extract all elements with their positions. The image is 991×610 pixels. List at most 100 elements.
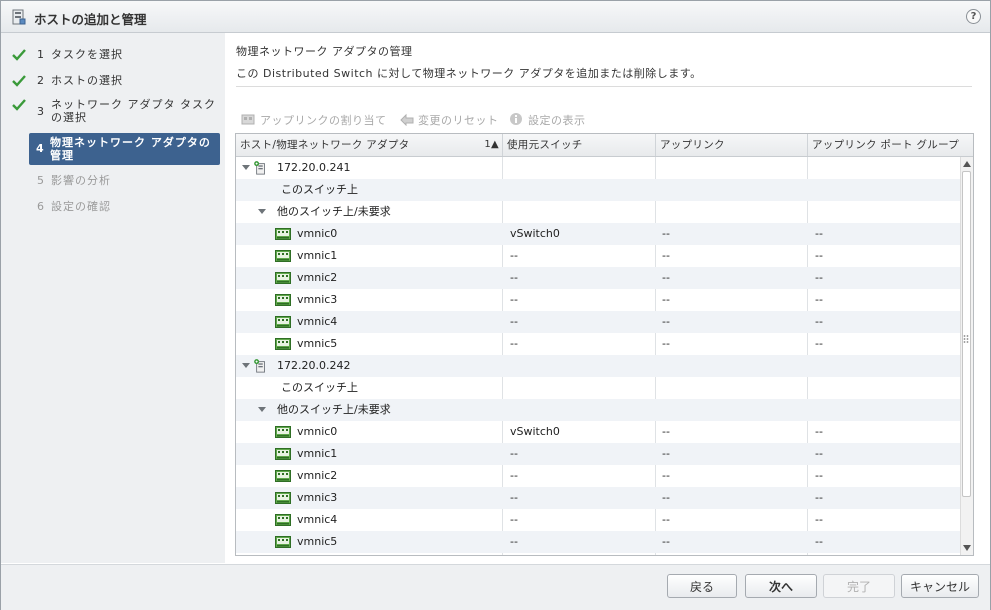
network-adapter-icon <box>275 316 291 331</box>
step-number: 3 <box>37 105 44 118</box>
adapter-row[interactable]: vmnic5 -- -- -- <box>236 531 960 553</box>
cell-uplink: -- <box>662 227 670 240</box>
cell-uplink: -- <box>662 469 670 482</box>
adapter-row[interactable]: vmnic0 vSwitch0 -- -- <box>236 421 960 443</box>
cell-uplink: -- <box>662 337 670 350</box>
info-icon <box>510 113 522 125</box>
grid-rows: 172.20.0.241 このスイッチ上 他のスイッチ上/未要求 vmnic0 vSwi… <box>236 157 960 553</box>
help-icon[interactable]: ? <box>966 9 981 24</box>
adapter-row[interactable]: vmnic2 -- -- -- <box>236 267 960 289</box>
step-manage-physical-adapters[interactable]: 4 物理ネットワーク アダプタの 管理 <box>29 133 220 165</box>
column-uplink-port-group[interactable]: アップリンク ポート グループ <box>808 134 973 156</box>
column-uplink[interactable]: アップリンク <box>656 134 808 156</box>
scroll-up-icon[interactable] <box>963 161 971 167</box>
cell-uplink: -- <box>662 491 670 504</box>
network-adapter-icon <box>275 272 291 287</box>
cell-uplink-port-group: -- <box>815 491 823 504</box>
cell-name: vmnic1 <box>297 249 338 262</box>
network-adapter-icon <box>275 492 291 507</box>
host-row[interactable]: 172.20.0.241 <box>236 157 960 179</box>
check-icon <box>12 75 26 87</box>
step-number: 2 <box>37 74 44 87</box>
adapter-row[interactable]: vmnic1 -- -- -- <box>236 443 960 465</box>
column-source-switch[interactable]: 使用元スイッチ <box>503 134 656 156</box>
cell-name: vmnic2 <box>297 469 338 482</box>
cell-name: このスイッチ上 <box>281 183 358 196</box>
group-row[interactable]: このスイッチ上 <box>236 377 960 399</box>
expand-toggle-icon[interactable] <box>258 407 266 412</box>
reset-icon <box>400 113 414 126</box>
cell-uplink-port-group: -- <box>815 227 823 240</box>
cell-source-switch: -- <box>510 249 518 262</box>
cell-source-switch: -- <box>510 337 518 350</box>
cell-source-switch: -- <box>510 491 518 504</box>
finish-button: 完了 <box>823 574 895 598</box>
adapter-row[interactable]: vmnic3 -- -- -- <box>236 289 960 311</box>
resize-grip-icon[interactable] <box>963 334 969 344</box>
adapter-row[interactable]: vmnic4 -- -- -- <box>236 509 960 531</box>
step-label: 影響の分析 <box>51 174 111 187</box>
network-adapter-icon <box>275 470 291 485</box>
network-adapter-icon <box>275 338 291 353</box>
host-wizard-icon <box>12 9 26 25</box>
back-button[interactable]: 戻る <box>667 574 737 598</box>
step-select-network-adapter-tasks[interactable]: 3 ネットワーク アダプタ タスク の選択 <box>1 98 225 126</box>
cell-name: vmnic3 <box>297 293 338 306</box>
page-description: この Distributed Switch に対して物理ネットワーク アダプタを… <box>236 67 702 80</box>
cell-uplink-port-group: -- <box>815 249 823 262</box>
host-icon <box>254 358 268 377</box>
cell-name: このスイッチ上 <box>281 381 358 394</box>
scroll-down-icon[interactable] <box>963 545 971 551</box>
network-adapter-icon <box>275 536 291 551</box>
host-row[interactable]: 172.20.0.242 <box>236 355 960 377</box>
expand-toggle-icon[interactable] <box>258 209 266 214</box>
group-row[interactable]: 他のスイッチ上/未要求 <box>236 399 960 421</box>
cell-uplink: -- <box>662 513 670 526</box>
expand-toggle-icon[interactable] <box>242 165 250 170</box>
group-row[interactable]: 他のスイッチ上/未要求 <box>236 201 960 223</box>
cell-uplink: -- <box>662 271 670 284</box>
step-label: 設定の確認 <box>51 200 111 213</box>
cell-name: vmnic1 <box>297 447 338 460</box>
cell-uplink: -- <box>662 425 670 438</box>
cell-uplink-port-group: -- <box>815 447 823 460</box>
group-row[interactable]: このスイッチ上 <box>236 179 960 201</box>
reset-changes-label: 変更のリセット <box>418 114 499 127</box>
adapter-row[interactable]: vmnic4 -- -- -- <box>236 311 960 333</box>
cell-source-switch: -- <box>510 469 518 482</box>
next-button[interactable]: 次へ <box>745 574 817 598</box>
divider <box>236 86 972 87</box>
cell-name: vmnic0 <box>297 227 338 240</box>
cell-uplink-port-group: -- <box>815 315 823 328</box>
grid-scrollbar[interactable] <box>960 157 973 555</box>
network-adapter-icon <box>275 294 291 309</box>
cell-uplink: -- <box>662 447 670 460</box>
cell-source-switch: -- <box>510 271 518 284</box>
cell-source-switch: -- <box>510 447 518 460</box>
cell-source-switch: -- <box>510 315 518 328</box>
cell-source-switch: vSwitch0 <box>510 425 560 438</box>
step-label: タスクを選択 <box>51 48 123 61</box>
cell-source-switch: -- <box>510 535 518 548</box>
adapter-row[interactable]: vmnic5 -- -- -- <box>236 333 960 355</box>
network-adapter-icon <box>275 514 291 529</box>
cancel-button[interactable]: キャンセル <box>901 574 979 598</box>
view-settings-label: 設定の表示 <box>528 114 586 127</box>
column-label: ホスト/物理ネットワーク アダプタ <box>240 139 410 151</box>
adapter-row[interactable]: vmnic0 vSwitch0 -- -- <box>236 223 960 245</box>
cell-name: 他のスイッチ上/未要求 <box>277 403 391 416</box>
assign-uplink-label: アップリンクの割り当て <box>260 114 387 127</box>
column-host-adapter[interactable]: ホスト/物理ネットワーク アダプタ 1▲ <box>236 134 503 156</box>
network-adapter-icon <box>275 426 291 441</box>
adapter-row[interactable]: vmnic3 -- -- -- <box>236 487 960 509</box>
cell-uplink: -- <box>662 293 670 306</box>
step-label: ネットワーク アダプタ タスク の選択 <box>51 98 216 124</box>
dialog-titlebar: ホストの追加と管理 ? <box>1 1 990 33</box>
network-adapter-icon <box>275 448 291 463</box>
expand-toggle-icon[interactable] <box>242 363 250 368</box>
adapter-row[interactable]: vmnic1 -- -- -- <box>236 245 960 267</box>
cell-source-switch: vSwitch0 <box>510 227 560 240</box>
cell-uplink-port-group: -- <box>815 337 823 350</box>
host-icon <box>254 160 268 179</box>
adapter-row[interactable]: vmnic2 -- -- -- <box>236 465 960 487</box>
